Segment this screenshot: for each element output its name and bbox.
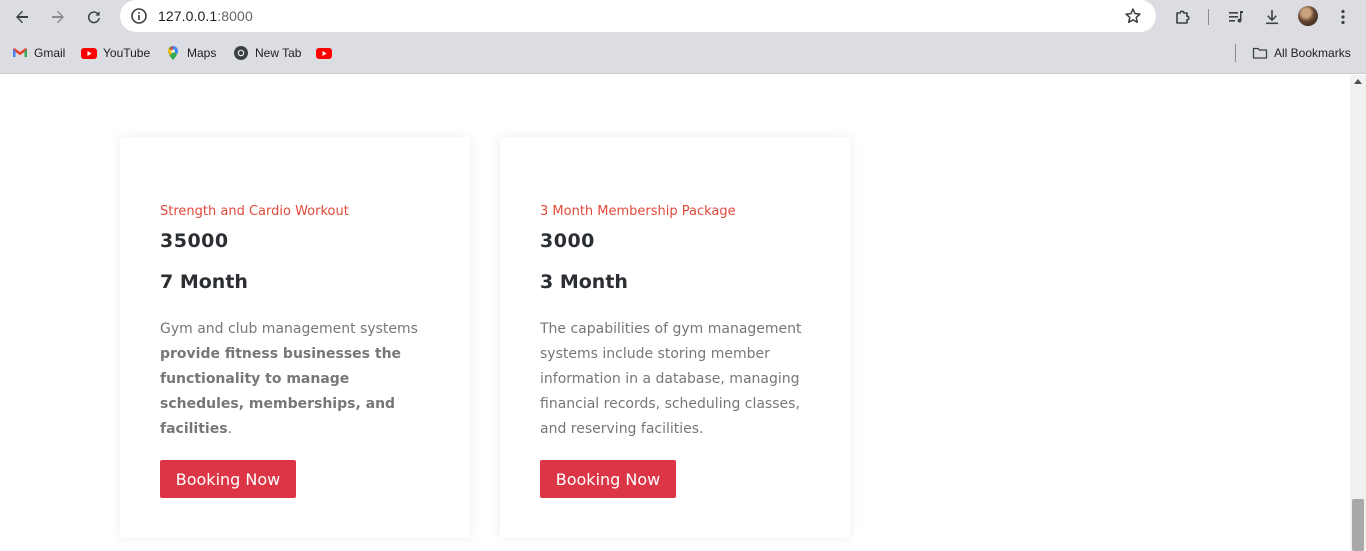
chrome-icon bbox=[234, 46, 248, 60]
extensions-button[interactable] bbox=[1172, 6, 1194, 28]
arrow-right-icon bbox=[52, 10, 64, 24]
bookmark-youtube-2[interactable] bbox=[316, 44, 332, 62]
scroll-thumb[interactable] bbox=[1352, 499, 1364, 551]
playlist-icon bbox=[1229, 11, 1243, 23]
back-button[interactable] bbox=[9, 4, 35, 30]
downloads-button[interactable] bbox=[1261, 6, 1283, 28]
package-duration: 7 Month bbox=[160, 271, 248, 293]
bookmark-label: New Tab bbox=[255, 46, 302, 60]
media-control-button[interactable] bbox=[1225, 6, 1247, 28]
bookmarks-bar: Gmail YouTube Maps New Tab All Bookmarks bbox=[0, 40, 1366, 66]
package-description: The capabilities of gym management syste… bbox=[540, 321, 802, 437]
reload-button[interactable] bbox=[81, 4, 107, 30]
bookmarks-divider bbox=[1235, 44, 1236, 62]
youtube-icon bbox=[81, 48, 97, 59]
bookmark-star-icon[interactable] bbox=[1124, 7, 1142, 25]
booking-now-button[interactable]: Booking Now bbox=[160, 460, 296, 498]
package-card: Strength and Cardio Workout 35000 7 Mont… bbox=[120, 137, 470, 538]
puzzle-icon bbox=[1176, 10, 1190, 24]
url-text[interactable]: 127.0.0.1:8000 bbox=[158, 8, 253, 24]
more-vert-icon bbox=[1341, 9, 1345, 25]
all-bookmarks-label: All Bookmarks bbox=[1274, 46, 1351, 60]
bookmark-label: Gmail bbox=[34, 46, 66, 60]
package-subtitle: 3 Month Membership Package bbox=[540, 204, 736, 219]
gmail-icon bbox=[13, 48, 27, 57]
bookmark-label: YouTube bbox=[103, 46, 151, 60]
bookmark-maps[interactable]: Maps bbox=[165, 44, 216, 62]
page-viewport: Strength and Cardio Workout 35000 7 Mont… bbox=[0, 75, 1350, 551]
youtube-icon bbox=[316, 48, 332, 59]
bookmark-new-tab[interactable]: New Tab bbox=[233, 44, 301, 62]
all-bookmarks-button[interactable]: All Bookmarks bbox=[1252, 44, 1351, 62]
package-price: 35000 bbox=[160, 230, 229, 252]
package-duration: 3 Month bbox=[540, 271, 628, 293]
booking-now-button[interactable]: Booking Now bbox=[540, 460, 676, 498]
arrow-left-icon bbox=[16, 10, 28, 24]
maps-icon bbox=[168, 46, 178, 60]
browser-toolbar: 127.0.0.1:8000 bbox=[0, 0, 1366, 34]
package-price: 3000 bbox=[540, 230, 595, 252]
download-icon bbox=[1266, 10, 1278, 25]
bookmark-label: Maps bbox=[187, 46, 217, 60]
vertical-scrollbar[interactable] bbox=[1350, 75, 1366, 551]
bookmark-youtube[interactable]: YouTube bbox=[81, 44, 150, 62]
forward-button[interactable] bbox=[45, 4, 71, 30]
menu-button[interactable] bbox=[1332, 6, 1354, 28]
toolbar-divider bbox=[1208, 9, 1209, 25]
browser-chrome: 127.0.0.1:8000 Gmail YouTube Maps New Ta… bbox=[0, 0, 1366, 74]
bookmark-gmail[interactable]: Gmail bbox=[12, 44, 65, 62]
scroll-up-arrow[interactable] bbox=[1354, 79, 1362, 84]
package-subtitle: Strength and Cardio Workout bbox=[160, 204, 349, 219]
package-card: 3 Month Membership Package 3000 3 Month … bbox=[500, 137, 850, 538]
reload-icon bbox=[87, 11, 100, 24]
package-description: Gym and club management systems provide … bbox=[160, 321, 418, 437]
site-info-icon[interactable] bbox=[130, 7, 148, 25]
address-bar[interactable]: 127.0.0.1:8000 bbox=[120, 0, 1156, 32]
profile-avatar[interactable] bbox=[1298, 6, 1318, 26]
folder-icon bbox=[1252, 47, 1268, 59]
